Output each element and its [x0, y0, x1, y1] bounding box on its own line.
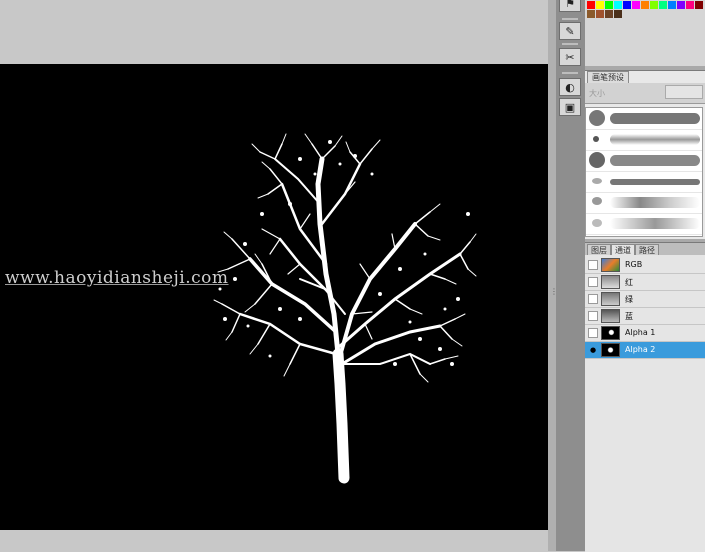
swatch[interactable] [587, 1, 595, 9]
dock-divider [562, 18, 578, 20]
channels-panel: 图层 通道 路径 RGB 红 绿 蓝 Alpha 1 ● Alpha 2 [585, 242, 705, 552]
brush-size-row: 大小 [585, 83, 705, 104]
swatch[interactable] [650, 1, 658, 9]
visibility-toggle[interactable] [588, 311, 598, 321]
channel-thumbnail [601, 343, 620, 357]
swatch[interactable] [605, 10, 613, 18]
swatch[interactable] [659, 1, 667, 9]
swatch[interactable] [695, 1, 703, 9]
swatch[interactable] [623, 1, 631, 9]
brush-list[interactable] [585, 107, 703, 237]
brush-stroke-preview [610, 134, 700, 145]
channel-row-green[interactable]: 绿 [585, 291, 705, 308]
visibility-toggle[interactable] [588, 277, 598, 287]
clone-stamp-icon[interactable]: ✂ [559, 48, 581, 66]
dock-divider [562, 72, 578, 74]
channel-row-rgb[interactable]: RGB [585, 257, 705, 274]
channel-thumbnail [601, 275, 620, 289]
channel-row-blue[interactable]: 蓝 [585, 308, 705, 325]
splitter-grip-icon[interactable]: ⋮ [550, 288, 558, 296]
tab-channels[interactable]: 通道 [611, 244, 635, 255]
visibility-toggle[interactable] [588, 260, 598, 270]
swatch[interactable] [632, 1, 640, 9]
tab-layers[interactable]: 图层 [587, 244, 611, 255]
channel-row-red[interactable]: 红 [585, 274, 705, 291]
brush-preset-item[interactable] [586, 213, 702, 235]
document-workspace: www.haoyidiansheji.com [0, 0, 555, 551]
swatch[interactable] [605, 1, 613, 9]
channel-name: 蓝 [625, 312, 633, 321]
brush-stroke-preview [610, 197, 700, 208]
panel-tabs: 图层 通道 路径 [585, 243, 705, 255]
brush-stroke-preview [610, 218, 700, 229]
brush-preset-item[interactable] [586, 192, 702, 214]
swatch[interactable] [596, 1, 604, 9]
brush-tip-icon [592, 178, 602, 184]
brush-tip-icon [592, 219, 602, 227]
toggle-mask-icon[interactable]: ◐ [559, 78, 581, 96]
channel-row-alpha-2[interactable]: ● Alpha 2 [585, 342, 705, 359]
swatch[interactable] [596, 10, 604, 18]
brush-preset-item[interactable] [586, 150, 702, 172]
brush-preset-item[interactable] [586, 171, 702, 193]
channel-thumbnail [601, 326, 620, 340]
brush-presets-panel: 画笔预设 大小 [585, 70, 705, 239]
tree-silhouette [213, 133, 477, 484]
swatch[interactable] [614, 1, 622, 9]
brush-preset-item[interactable] [586, 129, 702, 151]
brush-size-field[interactable] [665, 85, 703, 99]
brush-presets-tab[interactable]: 画笔预设 [587, 71, 629, 83]
channel-name: Alpha 1 [625, 328, 656, 337]
channel-name: RGB [625, 260, 643, 269]
channel-name: Alpha 2 [625, 345, 656, 354]
channel-name: 红 [625, 278, 633, 287]
brush-tip-icon [589, 152, 605, 168]
tab-paths[interactable]: 路径 [635, 244, 659, 255]
image-canvas[interactable]: www.haoyidiansheji.com [0, 64, 548, 530]
channel-thumbnail [601, 258, 620, 272]
brush-tip-icon [593, 136, 599, 142]
brush-stroke-preview [610, 179, 700, 185]
brush-tip-icon [592, 197, 602, 205]
panel-dock: ⚑ ✎ ✂ ◐ ▣ [556, 0, 585, 551]
eye-icon[interactable]: ● [588, 345, 598, 355]
brush-size-label: 大小 [589, 89, 605, 98]
brush-stroke-preview [610, 113, 700, 124]
dock-divider [562, 43, 578, 45]
swatch[interactable] [668, 1, 676, 9]
swatch[interactable] [587, 10, 595, 18]
frame-icon[interactable]: ▣ [559, 98, 581, 116]
brush-tip-icon [589, 110, 605, 126]
visibility-toggle[interactable] [588, 294, 598, 304]
channel-thumbnail [601, 309, 620, 323]
brush-stroke-preview [610, 155, 700, 166]
swatch[interactable] [614, 10, 622, 18]
swatch[interactable] [641, 1, 649, 9]
swatch[interactable] [686, 1, 694, 9]
visibility-toggle[interactable] [588, 328, 598, 338]
channel-thumbnail [601, 292, 620, 306]
right-panels: 画笔预设 大小 图层 通道 路径 RGB 红 绿 蓝 Alpha 1 ● Alp… [585, 0, 705, 552]
channel-name: 绿 [625, 295, 633, 304]
swatches-panel [585, 0, 705, 66]
brush-icon[interactable]: ✎ [559, 22, 581, 40]
flag-icon[interactable]: ⚑ [559, 0, 581, 12]
panel-splitter[interactable]: ⋮ [548, 0, 558, 551]
channel-row-alpha-1[interactable]: Alpha 1 [585, 325, 705, 342]
watermark-text: www.haoyidiansheji.com [5, 268, 229, 288]
brush-preset-item[interactable] [586, 108, 702, 130]
swatch[interactable] [677, 1, 685, 9]
